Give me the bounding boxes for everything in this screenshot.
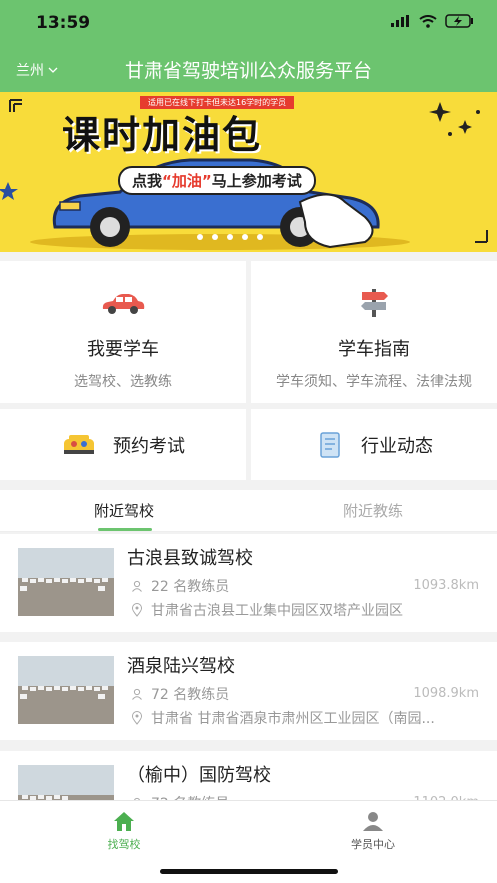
- school-list-item[interactable]: 古浪县致诚驾校 22 名教练员 1093.8km 甘肃省古浪县工业集中园区双塔产…: [0, 534, 497, 632]
- banner-cta[interactable]: 点我“加油”马上参加考试: [118, 166, 316, 195]
- school-distance: 1098.9km: [413, 686, 479, 701]
- nav-find-school[interactable]: 找驾校: [0, 801, 248, 861]
- school-coaches-count: 72 名教练员: [151, 687, 230, 703]
- school-coaches: 22 名教练员: [131, 576, 229, 596]
- scroll-icon: [320, 431, 340, 458]
- battery-charging-icon: [445, 14, 473, 28]
- nav-student-center[interactable]: 学员中心: [249, 801, 497, 861]
- person-icon: [132, 580, 142, 592]
- driving-guide-title: 学车指南: [338, 339, 410, 360]
- wifi-icon: [419, 14, 437, 28]
- driving-guide-card[interactable]: 学车指南 学车须知、学车流程、法律法规: [251, 261, 497, 403]
- school-photo: [18, 548, 114, 616]
- app-screen: 13:59 兰州 甘肃省驾驶培训公众服务平台 适用已在线下打卡但未达16学时的学…: [0, 0, 497, 883]
- location-pin-icon: [131, 603, 143, 617]
- school-address-text: 甘肃省 甘肃省酒泉市肃州区工业园区（南园...: [151, 711, 435, 727]
- book-exam-row: 预约考试: [0, 409, 246, 480]
- app-header: 13:59 兰州 甘肃省驾驶培训公众服务平台: [0, 0, 497, 92]
- status-icons: [391, 14, 475, 28]
- industry-news-row: 行业动态: [251, 409, 497, 480]
- school-name: 古浪县致诚驾校: [127, 548, 253, 569]
- school-tabs: 附近驾校 附近教练: [0, 490, 497, 532]
- school-address-text: 甘肃省古浪县工业集中园区双塔产业园区: [151, 603, 403, 619]
- banner-cta-pre: 点我: [132, 172, 163, 190]
- school-photo: [18, 656, 114, 724]
- location-pin-icon: [131, 711, 143, 725]
- school-address: 甘肃省 甘肃省酒泉市肃州区工业园区（南园...: [131, 708, 435, 728]
- learn-driving-title: 我要学车: [87, 339, 159, 360]
- school-list-item[interactable]: 酒泉陆兴驾校 72 名教练员 1098.9km 甘肃省 甘肃省酒泉市肃州区工业园…: [0, 642, 497, 740]
- school-coaches: 72 名教练员: [131, 684, 229, 704]
- book-exam-card[interactable]: 预约考试: [0, 409, 246, 480]
- school-address: 甘肃省古浪县工业集中园区双塔产业园区: [131, 600, 403, 620]
- tab-nearby-schools[interactable]: 附近驾校: [0, 490, 248, 532]
- school-name: （榆中）国防驾校: [127, 765, 271, 786]
- nav-student-center-label: 学员中心: [351, 838, 395, 851]
- school-coaches-count: 22 名教练员: [151, 579, 230, 595]
- learn-driving-card[interactable]: 我要学车 选驾校、选教练: [0, 261, 246, 403]
- home-icon: [114, 812, 134, 831]
- learn-driving-subtitle: 选驾校、选教练: [74, 374, 172, 390]
- school-distance: 1093.8km: [413, 578, 479, 593]
- active-tab-indicator: [98, 528, 152, 531]
- book-exam-label: 预约考试: [113, 435, 185, 457]
- banner-title: 课时加油包: [62, 113, 263, 157]
- industry-news-label: 行业动态: [361, 435, 433, 457]
- industry-news-card[interactable]: 行业动态: [251, 409, 497, 480]
- banner-cta-highlight: “加油”: [162, 172, 212, 190]
- car-icon: [102, 294, 145, 314]
- page-title: 甘肃省驾驶培训公众服务平台: [124, 60, 372, 82]
- banner-cta-post: 马上参加考试: [211, 172, 302, 190]
- school-name: 酒泉陆兴驾校: [127, 656, 235, 677]
- nav-find-school-label: 找驾校: [107, 838, 141, 851]
- tab-nearby-coaches[interactable]: 附近教练: [249, 490, 497, 532]
- exam-car-icon: [64, 434, 94, 454]
- promo-banner[interactable]: 适用已在线下打卡但未达16学时的学员 课时加油包 点我“加油”马上参加考试: [0, 92, 497, 252]
- user-icon: [363, 812, 383, 831]
- status-time: 13:59: [36, 13, 91, 33]
- driving-guide-subtitle: 学车须知、学车流程、法律法规: [276, 374, 472, 390]
- signpost-icon: [361, 289, 388, 317]
- signal-icon: [391, 15, 409, 27]
- home-indicator: [160, 869, 338, 874]
- person-icon: [132, 688, 142, 700]
